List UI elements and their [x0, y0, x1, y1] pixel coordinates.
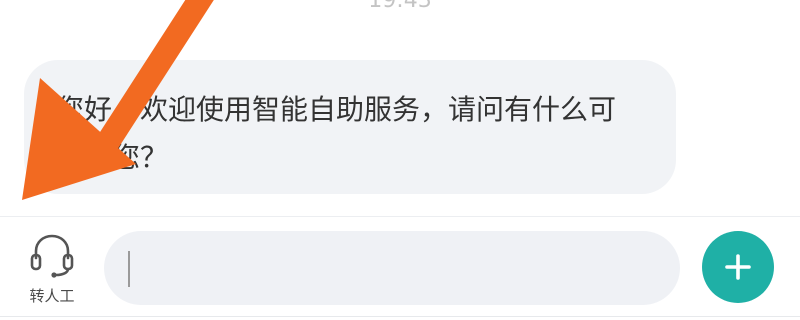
bot-message-text: 您好，欢迎使用智能自助服务，请问有什么可以帮您？ [56, 93, 617, 174]
chat-input-bar: 转人工 [0, 216, 800, 320]
add-button[interactable] [702, 231, 774, 303]
text-cursor [128, 251, 130, 287]
chat-area: 19:43 您好，欢迎使用智能自助服务，请问有什么可以帮您？ [0, 0, 800, 216]
message-input-wrapper [104, 231, 680, 305]
transfer-to-agent-button[interactable]: 转人工 [16, 231, 88, 307]
bot-message-bubble: 您好，欢迎使用智能自助服务，请问有什么可以帮您？ [24, 60, 676, 194]
headset-icon [30, 234, 74, 278]
message-timestamp: 19:43 [368, 0, 432, 13]
message-input[interactable] [128, 243, 660, 295]
plus-icon [725, 254, 751, 280]
transfer-to-agent-label: 转人工 [29, 287, 75, 305]
